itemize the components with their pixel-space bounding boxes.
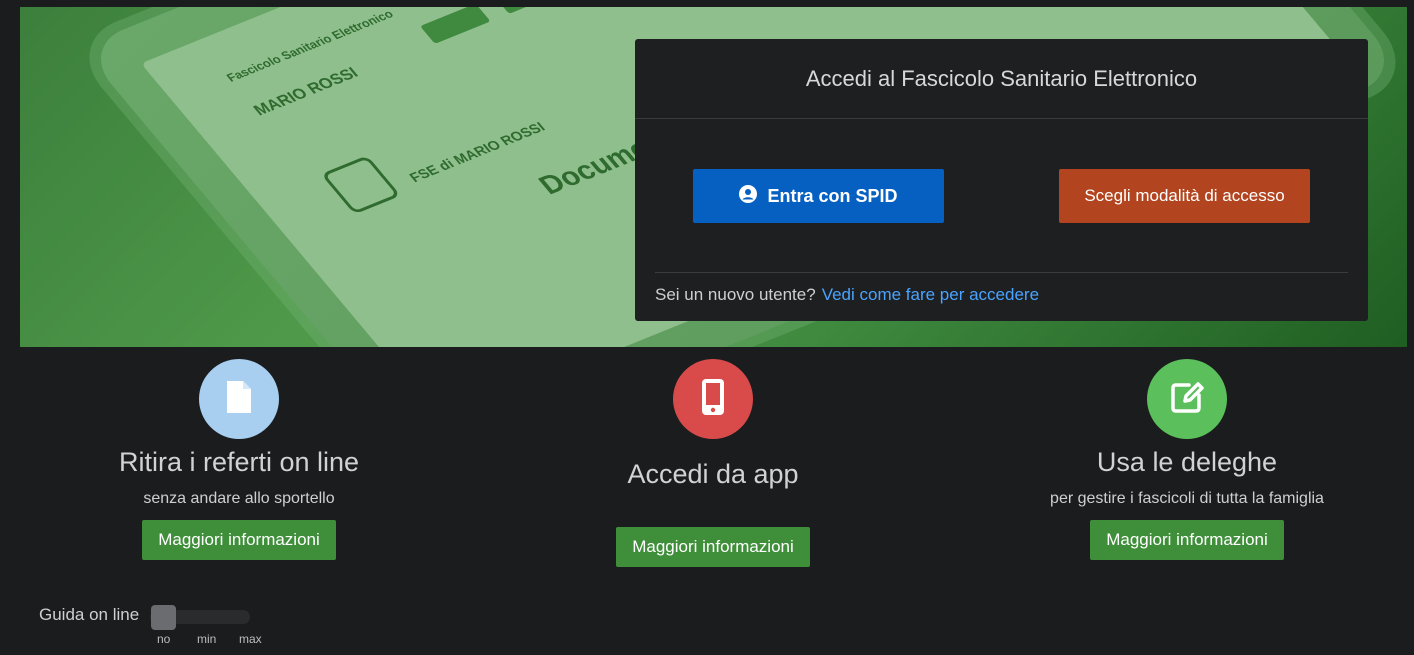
- guide-level-no: no: [157, 632, 171, 646]
- guide-level-min: min: [197, 632, 217, 646]
- feature-subtitle: senza andare allo sportello: [143, 490, 335, 507]
- tablet-user-name: MARIO ROSSI: [250, 65, 362, 120]
- feature-referti: Ritira i referti on line senza andare al…: [59, 359, 419, 560]
- feature-icon-circle: [199, 359, 279, 439]
- feature-icon-circle: [673, 359, 753, 439]
- tablet-app-title: Fascicolo Sanitario Elettronico: [223, 7, 397, 85]
- feature-icon-circle: [1147, 359, 1227, 439]
- how-to-access-link[interactable]: Vedi come fare per accedere: [822, 285, 1039, 304]
- feature-subtitle: per gestire i fascicoli di tutta la fami…: [1050, 490, 1324, 507]
- feature-app: Accedi da app Maggiori informazioni: [533, 359, 893, 567]
- feature-subtitle: [533, 502, 893, 520]
- spid-login-button[interactable]: Entra con SPID: [693, 169, 944, 223]
- more-info-button[interactable]: Maggiori informazioni: [616, 527, 810, 567]
- guide-slider-handle[interactable]: [151, 605, 176, 630]
- feature-title: Accedi da app: [627, 459, 799, 489]
- feature-title: Usa le deleghe: [1096, 447, 1278, 477]
- tablet-pill: [494, 7, 584, 14]
- mobile-icon: [701, 378, 725, 421]
- spid-login-label: Entra con SPID: [767, 185, 898, 206]
- login-panel: Accedi al Fascicolo Sanitario Elettronic…: [635, 39, 1368, 321]
- choose-access-button[interactable]: Scegli modalità di accesso: [1059, 169, 1310, 223]
- more-info-button[interactable]: Maggiori informazioni: [142, 520, 336, 560]
- login-footer: Sei un nuovo utente? Vedi come fare per a…: [655, 285, 1039, 305]
- login-divider: [655, 272, 1348, 273]
- login-title: Accedi al Fascicolo Sanitario Elettronic…: [635, 39, 1368, 119]
- new-user-text: Sei un nuovo utente?: [655, 285, 816, 304]
- more-info-button[interactable]: Maggiori informazioni: [1090, 520, 1284, 560]
- guide-level-max: max: [239, 632, 262, 646]
- feature-deleghe: Usa le deleghe per gestire i fascicoli d…: [1007, 359, 1367, 560]
- feature-title: Ritira i referti on line: [118, 447, 360, 477]
- user-circle-icon: [739, 184, 758, 208]
- edit-icon: [1167, 377, 1207, 422]
- choose-access-label: Scegli modalità di accesso: [1084, 186, 1285, 205]
- document-icon: [224, 379, 254, 420]
- guide-label: Guida on line: [39, 605, 140, 624]
- tablet-avatar: [320, 155, 401, 215]
- tablet-pill: [420, 7, 491, 44]
- tablet-fse-label: FSE di MARIO ROSSI: [405, 118, 548, 185]
